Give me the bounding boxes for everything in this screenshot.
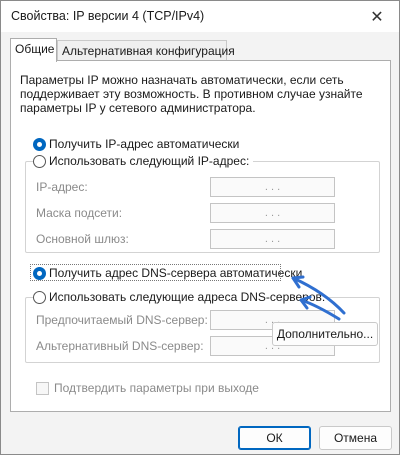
dns-manual-radio-row[interactable]: Использовать следующие адреса DNS-сервер… bbox=[33, 290, 330, 304]
preferred-dns-label: Предпочитаемый DNS-сервер: bbox=[36, 313, 208, 327]
intro-text: Параметры IP можно назначать автоматичес… bbox=[20, 73, 363, 115]
ip-auto-radio[interactable] bbox=[33, 137, 46, 151]
ip-auto-radio-row[interactable]: Получить IP-адрес автоматически bbox=[33, 137, 239, 151]
dialog-window: Свойства: IP версии 4 (TCP/IPv4) ✕ Общие… bbox=[0, 0, 400, 455]
tab-general[interactable]: Общие bbox=[10, 38, 57, 62]
title-bar: Свойства: IP версии 4 (TCP/IPv4) ✕ bbox=[1, 1, 399, 32]
validate-checkbox[interactable] bbox=[36, 381, 49, 395]
alternate-dns-label: Альтернативный DNS-сервер: bbox=[36, 339, 204, 353]
validate-checkbox-row[interactable]: Подтвердить параметры при выходе bbox=[36, 381, 259, 395]
ip-manual-radio[interactable] bbox=[33, 154, 46, 168]
dns-auto-radio[interactable] bbox=[33, 266, 46, 280]
validate-label: Подтвердить параметры при выходе bbox=[54, 381, 259, 395]
dns-manual-radio[interactable] bbox=[33, 290, 46, 304]
ip-auto-label: Получить IP-адрес автоматически bbox=[49, 137, 240, 151]
tab-alternative-config[interactable]: Альтернативная конфигурация bbox=[57, 40, 235, 61]
close-button[interactable]: ✕ bbox=[355, 1, 399, 32]
dns-manual-label: Использовать следующие адреса DNS-сервер… bbox=[49, 290, 326, 304]
tab-panel-general: Параметры IP можно назначать автоматичес… bbox=[10, 60, 391, 412]
default-gateway-label: Основной шлюз: bbox=[36, 232, 129, 246]
default-gateway-input[interactable]: . . . bbox=[210, 229, 335, 249]
window-title: Свойства: IP версии 4 (TCP/IPv4) bbox=[11, 9, 205, 23]
ok-button[interactable]: ОК bbox=[238, 426, 311, 450]
subnet-mask-input[interactable]: . . . bbox=[210, 203, 335, 223]
ip-manual-radio-row[interactable]: Использовать следующий IP-адрес: bbox=[33, 154, 254, 168]
subnet-mask-label: Маска подсети: bbox=[36, 206, 123, 220]
dns-auto-radio-row[interactable]: Получить адрес DNS-сервера автоматически bbox=[33, 266, 302, 280]
ip-address-label: IP-адрес: bbox=[36, 180, 88, 194]
close-icon: ✕ bbox=[370, 8, 384, 26]
ip-manual-label: Использовать следующий IP-адрес: bbox=[49, 154, 250, 168]
cancel-button[interactable]: Отмена bbox=[319, 426, 392, 450]
ip-address-input[interactable]: . . . bbox=[210, 177, 335, 197]
dns-auto-label: Получить адрес DNS-сервера автоматически bbox=[49, 266, 303, 280]
advanced-button[interactable]: Дополнительно... bbox=[272, 322, 378, 346]
